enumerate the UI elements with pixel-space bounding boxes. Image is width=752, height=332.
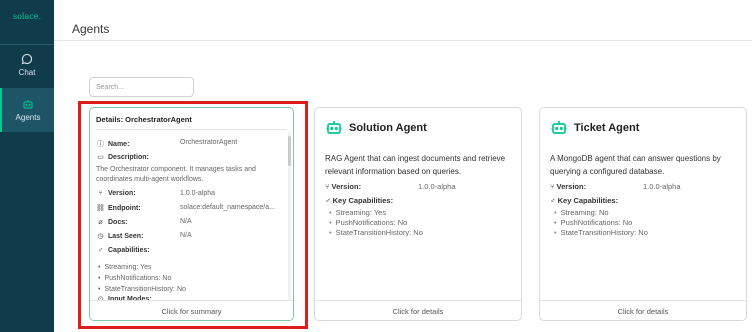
- branch-icon: ⑂: [325, 182, 330, 191]
- robot-icon: [551, 121, 567, 134]
- click-for-details-button[interactable]: Click for details: [540, 300, 746, 320]
- capabilities-list: Streaming: No PushNotifications: No Stat…: [554, 208, 648, 238]
- brand-logo: solace.: [12, 12, 41, 21]
- agent-card-solution[interactable]: Solution Agent RAG Agent that can ingest…: [314, 107, 522, 321]
- agent-description: A MongoDB agent that can answer question…: [550, 154, 721, 176]
- list-item: Streaming: No: [554, 208, 648, 218]
- click-for-details-button[interactable]: Click for details: [315, 300, 521, 320]
- list-item: Streaming: Yes: [329, 208, 423, 218]
- agent-name: Ticket Agent: [574, 122, 640, 134]
- app-root: solace. Chat Agents Agents Search... Det…: [0, 0, 752, 332]
- list-item: StateTransitionHistory: No: [554, 228, 648, 238]
- list-item: PushNotifications: No: [554, 218, 648, 228]
- agent-capabilities-label: ♂ Key Capabilities:: [550, 196, 619, 205]
- agent-description: RAG Agent that can ingest documents and …: [325, 154, 506, 176]
- search-input[interactable]: Search...: [89, 77, 194, 97]
- list-item: PushNotifications: No: [329, 218, 423, 228]
- sidebar-item-label: Chat: [18, 68, 36, 77]
- chat-bubble-icon: [21, 53, 33, 65]
- list-item: StateTransitionHistory: No: [329, 228, 423, 238]
- capabilities-list: Streaming: Yes PushNotifications: No Sta…: [329, 208, 423, 238]
- page-header: Agents: [54, 0, 752, 41]
- sidebar: solace. Chat Agents: [0, 0, 54, 332]
- agent-version: ⑂ Version: 1.0.0-alpha: [325, 182, 456, 191]
- highlight-box: [78, 101, 308, 329]
- sidebar-item-agents[interactable]: Agents: [0, 88, 54, 132]
- sidebar-divider: [0, 44, 54, 45]
- sidebar-item-label: Agents: [15, 113, 41, 122]
- agent-card-ticket[interactable]: Ticket Agent A MongoDB agent that can an…: [539, 107, 747, 321]
- agent-capabilities-label: ♂ Key Capabilities:: [325, 196, 394, 205]
- branch-icon: ⑂: [550, 182, 555, 191]
- agent-name: Solution Agent: [349, 122, 427, 134]
- capabilities-icon: ♂: [325, 196, 331, 205]
- robot-icon: [23, 100, 33, 109]
- robot-icon: [326, 121, 342, 134]
- capabilities-icon: ♂: [550, 196, 556, 205]
- agent-version: ⑂ Version: 1.0.0-alpha: [550, 182, 681, 191]
- page-title: Agents: [72, 22, 110, 36]
- sidebar-item-chat[interactable]: Chat: [0, 48, 54, 92]
